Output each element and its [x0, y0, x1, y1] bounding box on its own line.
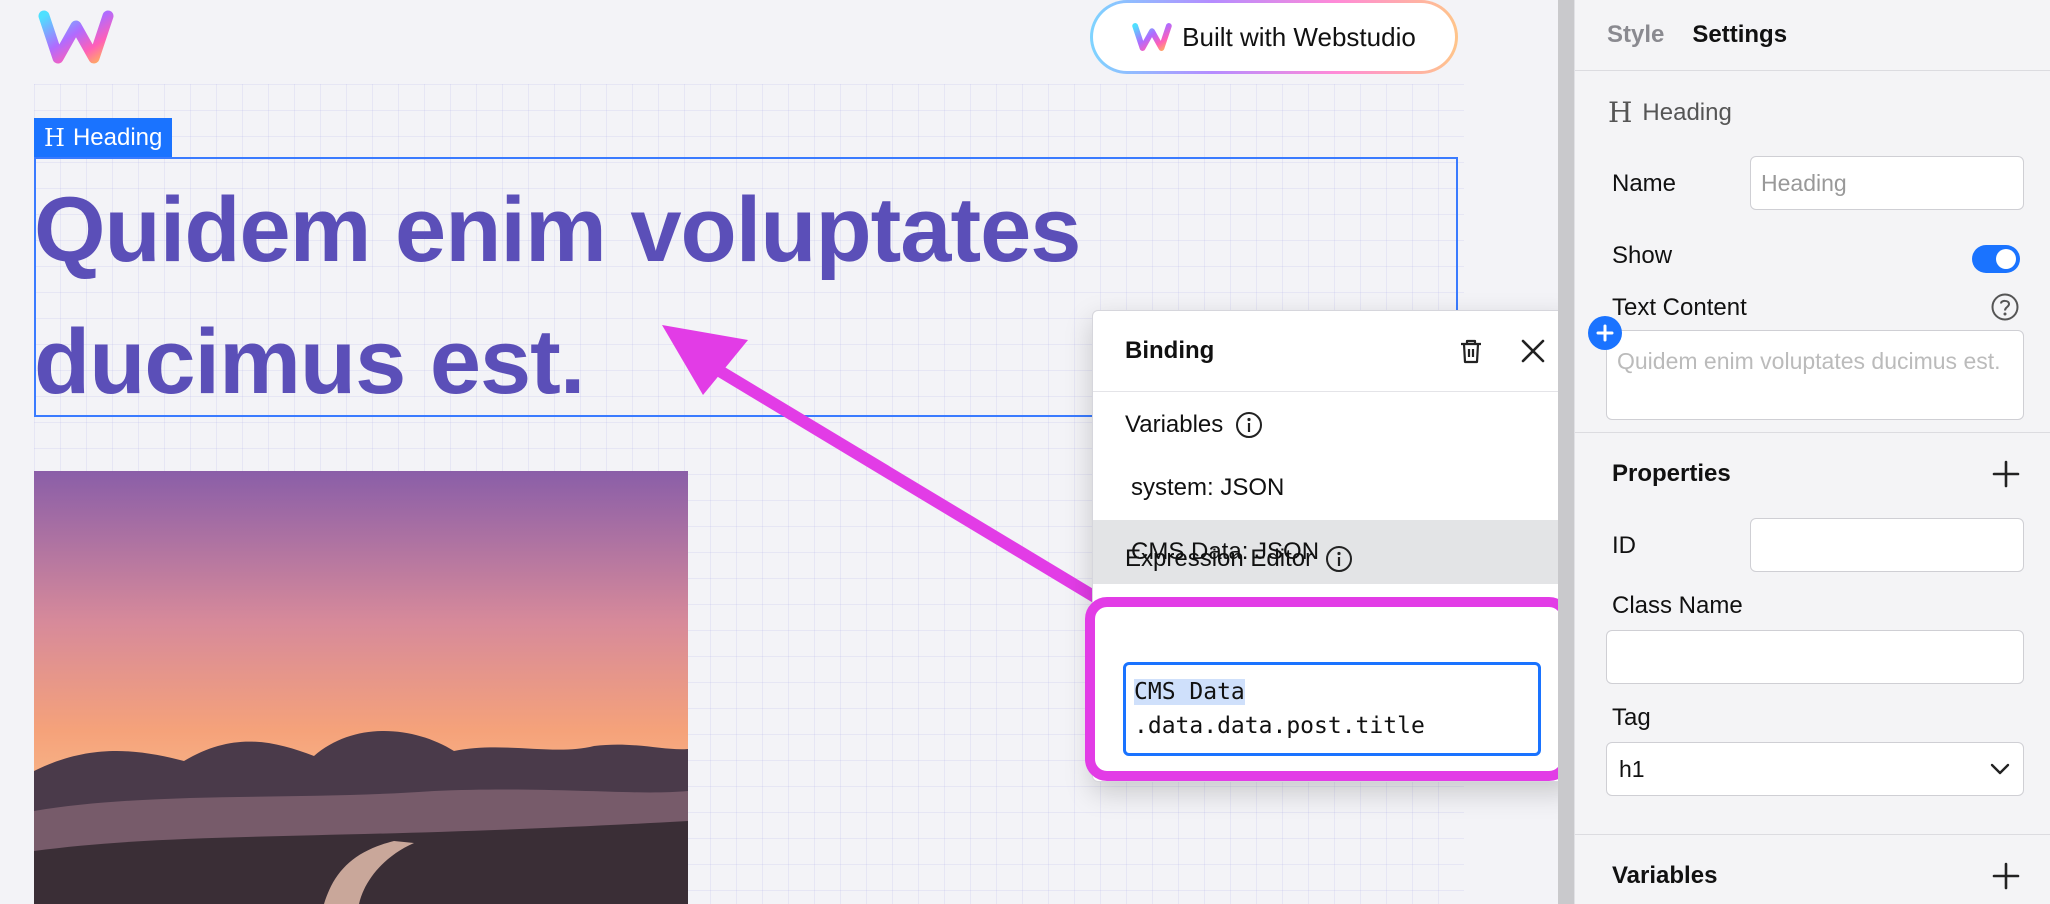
name-input[interactable]: Heading — [1750, 156, 2024, 210]
selected-component-tag[interactable]: H Heading — [34, 118, 173, 158]
section-divider — [1575, 834, 2050, 835]
expression-variable-token: CMS Data — [1134, 679, 1245, 705]
info-icon[interactable] — [1235, 411, 1263, 439]
add-variable-icon[interactable] — [1990, 860, 2022, 892]
canvas-scrollbar[interactable] — [1558, 0, 1574, 904]
tag-select-value: h1 — [1619, 755, 1645, 782]
expression-editor-input[interactable]: CMS Data .data.data.post.title — [1123, 662, 1541, 756]
chevron-down-icon — [1990, 763, 2010, 775]
section-divider — [1575, 432, 2050, 433]
properties-title: Properties — [1612, 460, 1731, 487]
close-icon — [1521, 339, 1545, 363]
component-name: Heading — [1642, 98, 1732, 126]
panel-tabs: Style Settings — [1575, 0, 2050, 71]
variable-item-system[interactable]: system: JSON — [1093, 456, 1575, 520]
expression-section-label: Expression Editor — [1093, 544, 1385, 574]
name-input-placeholder: Heading — [1761, 169, 1847, 196]
class-name-input[interactable] — [1606, 630, 2024, 684]
expression-path: .data.data.post.title — [1134, 713, 1425, 739]
text-content-textarea[interactable]: Quidem enim voluptates ducimus est. — [1606, 330, 2024, 420]
expression-editor-label: Expression Editor — [1125, 545, 1314, 572]
text-content-label: Text Content — [1612, 294, 1747, 321]
selected-component-header: H Heading — [1608, 96, 1732, 129]
trash-icon — [1461, 339, 1481, 364]
binding-popover: Binding Variables system: JSON CMS Data:… — [1085, 310, 1576, 782]
landscape-image[interactable] — [34, 471, 688, 904]
class-name-label: Class Name — [1612, 592, 1743, 619]
delete-binding-button[interactable] — [1449, 329, 1493, 373]
show-label: Show — [1612, 242, 1673, 269]
tag-select[interactable]: h1 — [1606, 742, 2024, 796]
variables-label: Variables — [1125, 411, 1224, 438]
variables-title: Variables — [1612, 862, 1718, 889]
id-label: ID — [1612, 532, 1636, 559]
tab-settings[interactable]: Settings — [1692, 21, 1787, 49]
tag-label: Tag — [1612, 704, 1651, 731]
add-property-icon[interactable] — [1990, 458, 2022, 490]
show-toggle[interactable] — [1972, 245, 2020, 273]
built-with-webstudio-button[interactable]: Built with Webstudio — [1090, 0, 1458, 74]
tab-style[interactable]: Style — [1607, 21, 1664, 49]
add-binding-button[interactable] — [1588, 316, 1622, 350]
heading-tag-label: Heading — [72, 124, 163, 151]
close-popover-button[interactable] — [1511, 329, 1555, 373]
webstudio-logo-icon — [38, 10, 114, 64]
binding-title: Binding — [1125, 337, 1215, 364]
heading-icon: H — [1608, 96, 1633, 129]
info-icon[interactable] — [1325, 545, 1353, 573]
page-heading[interactable]: Quidem enim voluptates ducimus est. — [34, 164, 1214, 428]
plus-icon — [1596, 324, 1614, 342]
variables-section-label: Variables — [1093, 410, 1575, 440]
id-input[interactable] — [1750, 518, 2024, 572]
heading-icon: H — [44, 124, 65, 152]
name-label: Name — [1612, 170, 1677, 197]
built-with-label: Built with Webstudio — [1182, 21, 1416, 52]
help-icon[interactable] — [1990, 292, 2020, 322]
webstudio-logo-icon — [1132, 23, 1172, 51]
